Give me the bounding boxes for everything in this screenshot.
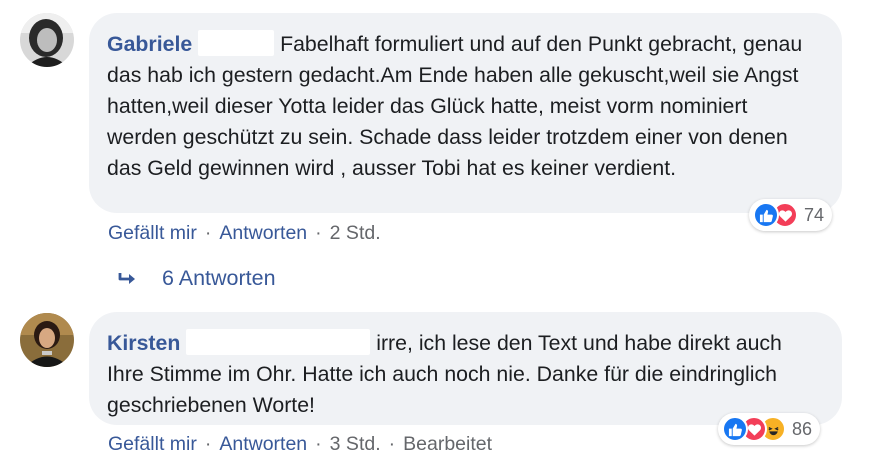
redacted-name: [186, 329, 371, 355]
reply-button[interactable]: Antworten: [219, 433, 307, 456]
view-replies-link[interactable]: 6 Antworten: [116, 266, 276, 291]
like-icon: [753, 202, 779, 228]
separator-dot: ·: [388, 433, 396, 455]
reaction-summary[interactable]: 86: [718, 413, 821, 445]
separator-dot: ·: [204, 433, 212, 455]
like-icon: [722, 416, 748, 442]
avatar-photo-kirsten: [20, 313, 74, 367]
avatar-photo-gabriele: [20, 13, 74, 67]
comment-text-first-line: Fabelhaft formuliert und auf den Punkt: [280, 32, 649, 56]
comments-section: Gabriele Fabelhaft formuliert und auf de…: [0, 0, 890, 474]
reply-button[interactable]: Antworten: [219, 222, 307, 245]
like-button[interactable]: Gefällt mir: [108, 222, 197, 245]
comment-actions: Gefällt mir · Antworten · 2 Std.: [108, 222, 381, 245]
redacted-name: [198, 30, 275, 56]
comment-bubble: Gabriele Fabelhaft formuliert und auf de…: [89, 13, 842, 213]
reaction-summary[interactable]: 74: [749, 199, 833, 231]
comment-timestamp[interactable]: 3 Std.: [330, 433, 381, 456]
comment-text-first-line: irre, ich lese den Text und habe direkt: [376, 331, 736, 355]
separator-dot: ·: [204, 222, 212, 244]
avatar[interactable]: [20, 313, 74, 367]
reply-arrow-icon: [118, 272, 135, 284]
reaction-count: 86: [792, 418, 813, 439]
comment-actions: Gefällt mir · Antworten · 3 Std. · Bearb…: [108, 433, 492, 456]
like-button[interactable]: Gefällt mir: [108, 433, 197, 456]
reaction-count: 74: [804, 204, 825, 225]
comment-author[interactable]: Kirsten: [107, 331, 180, 355]
edited-label[interactable]: Bearbeitet: [403, 433, 492, 456]
separator-dot: ·: [315, 433, 322, 455]
comment-author[interactable]: Gabriele: [107, 32, 192, 56]
comment-bubble: Kirsten irre, ich lese den Text und habe…: [89, 312, 842, 425]
separator-dot: ·: [315, 222, 322, 244]
comment-timestamp[interactable]: 2 Std.: [330, 222, 381, 245]
replies-count-label: 6 Antworten: [162, 266, 276, 290]
avatar[interactable]: [20, 13, 74, 67]
